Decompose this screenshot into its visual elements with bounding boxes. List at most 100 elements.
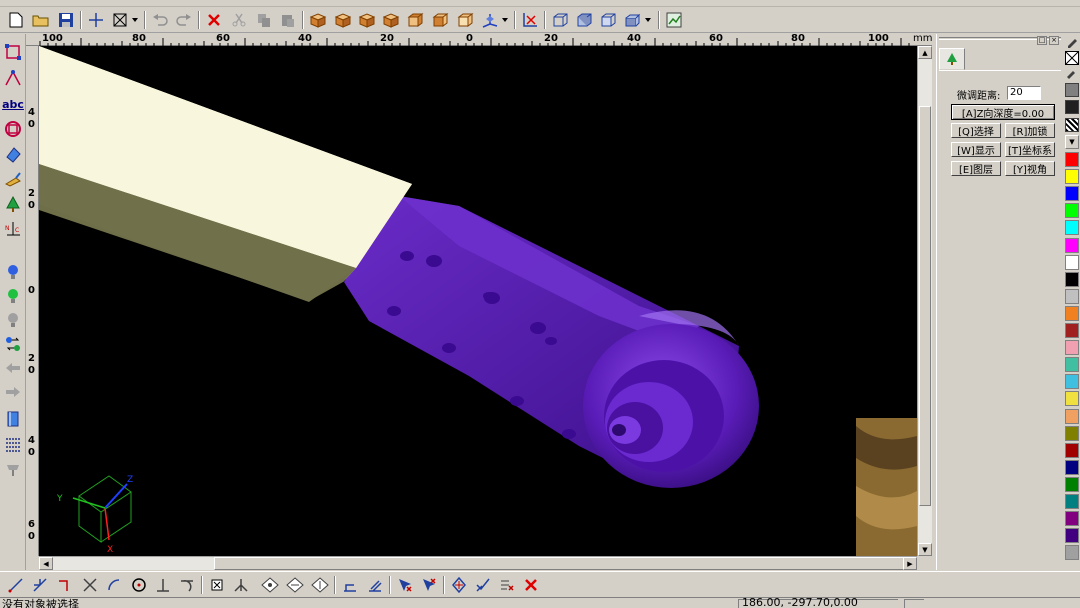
line-icon[interactable]	[6, 575, 26, 595]
box-view-3-icon[interactable]	[357, 10, 377, 30]
diamond-3-icon[interactable]	[310, 575, 330, 595]
delete-icon[interactable]	[204, 10, 224, 30]
circle-target-icon[interactable]	[129, 575, 149, 595]
palette-dropdown-icon[interactable]: ▼	[1065, 135, 1079, 149]
color-swatch[interactable]	[1065, 442, 1079, 458]
color-swatch[interactable]	[1065, 340, 1079, 356]
wire-box-2-icon[interactable]	[574, 10, 594, 30]
no-color-icon[interactable]	[1065, 51, 1079, 65]
edit-x-icon[interactable]	[497, 575, 517, 595]
color-swatch[interactable]	[1065, 237, 1079, 253]
measure-2-icon[interactable]	[365, 575, 385, 595]
bulb-blue-icon[interactable]	[3, 262, 23, 282]
paste-icon[interactable]	[278, 10, 298, 30]
scroll-up-icon[interactable]: ▲	[918, 46, 932, 59]
cut-icon[interactable]	[229, 10, 249, 30]
crosshair-icon[interactable]	[86, 10, 106, 30]
dropdown-icon[interactable]	[500, 10, 510, 30]
redo-icon[interactable]	[174, 10, 194, 30]
dark-swatch[interactable]	[1065, 100, 1079, 114]
color-swatch[interactable]	[1065, 305, 1079, 321]
copy-icon[interactable]	[254, 10, 274, 30]
color-swatch[interactable]	[1065, 511, 1079, 527]
color-swatch[interactable]	[1065, 528, 1079, 544]
cursor-red-icon[interactable]	[419, 575, 439, 595]
wire-box-1-icon[interactable]	[550, 10, 570, 30]
select-rect-icon[interactable]	[3, 42, 23, 62]
dropdown-icon[interactable]	[643, 10, 653, 30]
cursor-check-icon[interactable]	[473, 575, 493, 595]
3d-viewport[interactable]: Z Y X	[39, 46, 917, 556]
coordinate-button[interactable]: [T]坐标系	[1005, 142, 1055, 157]
panel-tab-icon[interactable]	[939, 48, 965, 70]
wire-box-3-icon[interactable]	[598, 10, 618, 30]
open-folder-icon[interactable]	[31, 10, 51, 30]
bulb-gray-icon[interactable]	[3, 310, 23, 330]
star-line-icon[interactable]	[30, 575, 50, 595]
close-red-icon[interactable]	[521, 575, 541, 595]
new-file-icon[interactable]	[6, 10, 26, 30]
color-swatch[interactable]	[1065, 425, 1079, 441]
no-selection-icon[interactable]	[520, 10, 540, 30]
box-view-2-icon[interactable]	[333, 10, 353, 30]
angle-icon[interactable]	[231, 575, 251, 595]
bulb-green-icon[interactable]	[3, 286, 23, 306]
perpendicular-icon[interactable]	[153, 575, 173, 595]
dropper-icon[interactable]	[1065, 67, 1079, 81]
color-swatch[interactable]	[1065, 220, 1079, 236]
cursor-x-icon[interactable]	[395, 575, 415, 595]
scroll-down-icon[interactable]: ▼	[918, 543, 932, 556]
diamond-2-icon[interactable]	[285, 575, 305, 595]
hatch-icon[interactable]	[1065, 118, 1079, 132]
color-swatch[interactable]	[1065, 459, 1079, 475]
color-swatch[interactable]	[1065, 408, 1079, 424]
lock-button[interactable]: [R]加锁	[1005, 123, 1055, 138]
panel-close-icon[interactable]: ×	[1049, 36, 1059, 45]
z-depth-button[interactable]: [A]Z向深度=0.00	[951, 104, 1055, 120]
measure-1-icon[interactable]	[340, 575, 360, 595]
color-swatch[interactable]	[1065, 494, 1079, 509]
display-button[interactable]: [W]显示	[951, 142, 1001, 157]
box-view-1-icon[interactable]	[308, 10, 328, 30]
select-button[interactable]: [Q]选择	[951, 123, 1001, 138]
transform-icon[interactable]	[449, 575, 469, 595]
box-view-5-icon[interactable]	[405, 10, 425, 30]
color-swatch[interactable]	[1065, 169, 1079, 185]
pattern-icon[interactable]	[1065, 83, 1079, 97]
arrow-left-icon[interactable]	[3, 358, 23, 378]
color-swatch[interactable]	[1065, 545, 1079, 561]
vertical-scrollbar[interactable]: ▲ ▼	[917, 46, 932, 556]
ring-icon[interactable]	[3, 119, 23, 139]
arrow-right-icon[interactable]	[3, 382, 23, 402]
box-view-7-icon[interactable]	[455, 10, 475, 30]
axis-view-icon[interactable]	[480, 10, 500, 30]
panel-restore-icon[interactable]: □	[1037, 36, 1047, 45]
box-view-6-icon[interactable]	[430, 10, 450, 30]
layer-button[interactable]: [E]图层	[951, 161, 1001, 176]
scroll-left-icon[interactable]: ◀	[39, 557, 53, 570]
dropdown-icon[interactable]	[130, 10, 140, 30]
color-swatch[interactable]	[1065, 271, 1079, 287]
wire-box-4-icon[interactable]	[622, 10, 642, 30]
grid-icon[interactable]	[3, 434, 23, 454]
axis-label-icon[interactable]: NC	[3, 219, 23, 239]
pencil-icon[interactable]	[1065, 35, 1079, 49]
arc-icon[interactable]	[104, 575, 124, 595]
color-swatch[interactable]	[1065, 254, 1079, 270]
color-swatch[interactable]	[1065, 391, 1079, 407]
color-swatch[interactable]	[1065, 288, 1079, 304]
undo-icon[interactable]	[150, 10, 170, 30]
paint-icon[interactable]	[3, 169, 23, 189]
color-swatch[interactable]	[1065, 203, 1079, 219]
map-icon[interactable]	[664, 10, 684, 30]
text-abc-icon[interactable]: abc	[2, 94, 24, 114]
color-swatch[interactable]	[1065, 152, 1079, 167]
horizontal-scrollbar[interactable]: ◀ ▶	[39, 556, 917, 570]
scroll-right-icon[interactable]: ▶	[903, 557, 917, 570]
corner-icon[interactable]	[55, 575, 75, 595]
view-box-icon[interactable]	[110, 10, 130, 30]
horizontal-scroll-thumb[interactable]	[214, 557, 914, 570]
pick-icon[interactable]	[3, 68, 23, 88]
save-icon[interactable]	[56, 10, 76, 30]
color-swatch[interactable]	[1065, 357, 1079, 373]
